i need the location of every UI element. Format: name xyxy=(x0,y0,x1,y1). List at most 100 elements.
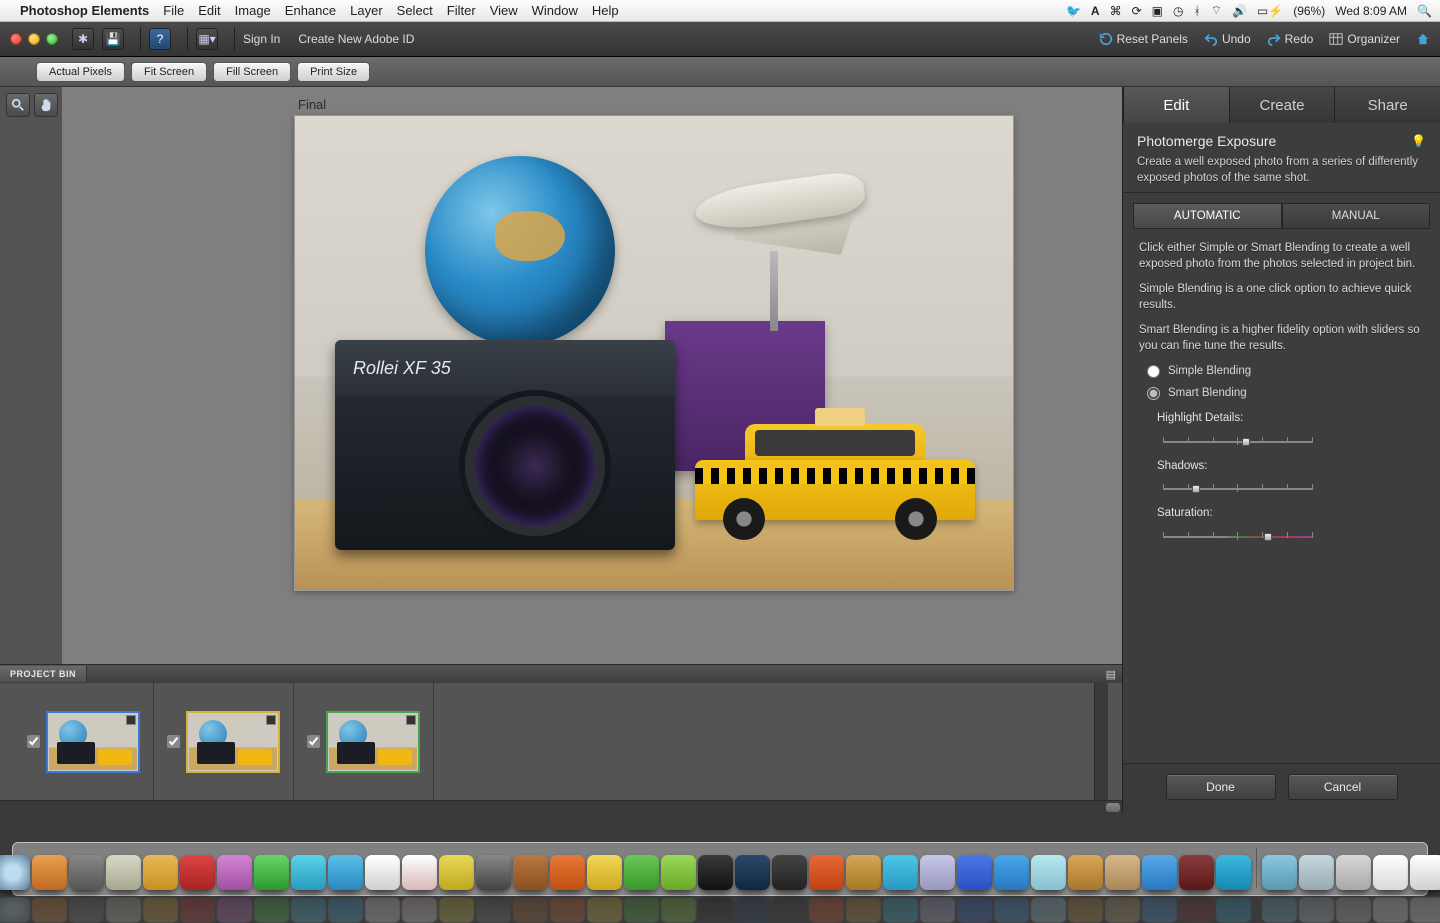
dock-app-29[interactable] xyxy=(994,855,1029,890)
dock-app-32[interactable] xyxy=(1105,855,1140,890)
dock-app-12[interactable] xyxy=(365,855,400,890)
fill-screen-button[interactable]: Fill Screen xyxy=(213,62,291,82)
cancel-button[interactable]: Cancel xyxy=(1288,774,1398,800)
dock-app-16[interactable] xyxy=(513,855,548,890)
tab-edit[interactable]: Edit xyxy=(1123,87,1229,123)
menu-edit[interactable]: Edit xyxy=(198,3,220,18)
close-window[interactable] xyxy=(10,33,22,45)
thumb-1-checkbox[interactable] xyxy=(27,735,40,748)
battery-icon[interactable]: ▭⚡ xyxy=(1257,4,1283,18)
simple-blending-radio[interactable] xyxy=(1147,365,1160,378)
dock-app-8[interactable] xyxy=(217,855,252,890)
actual-pixels-button[interactable]: Actual Pixels xyxy=(36,62,125,82)
create-adobe-id-link[interactable]: Create New Adobe ID xyxy=(298,32,414,46)
sync-icon[interactable]: ⟳ xyxy=(1132,4,1142,18)
dock-bridge[interactable] xyxy=(698,855,733,890)
dock-photoshop[interactable] xyxy=(735,855,770,890)
twitter-icon[interactable]: 🐦 xyxy=(1066,4,1081,18)
bin-hscroll[interactable] xyxy=(0,800,1122,814)
dock-app-17[interactable] xyxy=(550,855,585,890)
smart-blending-radio[interactable] xyxy=(1147,387,1160,400)
dock-app-3[interactable] xyxy=(32,855,67,890)
display-icon[interactable]: ▣ xyxy=(1152,4,1163,18)
hand-tool[interactable] xyxy=(34,93,58,117)
dock-app-14[interactable] xyxy=(439,855,474,890)
dock-app-10[interactable] xyxy=(291,855,326,890)
thumb-2-checkbox[interactable] xyxy=(167,735,180,748)
bin-vscroll[interactable] xyxy=(1094,683,1108,800)
menu-window[interactable]: Window xyxy=(532,3,578,18)
dock-app-18[interactable] xyxy=(587,855,622,890)
organizer-button[interactable]: Organizer xyxy=(1329,32,1400,46)
dock-app-25[interactable] xyxy=(846,855,881,890)
dock-twitter[interactable] xyxy=(328,855,363,890)
smart-blending-option[interactable]: Smart Blending xyxy=(1147,386,1424,402)
clock[interactable]: Wed 8:09 AM xyxy=(1335,4,1407,18)
zoom-window[interactable] xyxy=(46,33,58,45)
arrange-icon[interactable]: ▦▾ xyxy=(196,28,218,50)
home-icon[interactable] xyxy=(1416,32,1430,46)
minimize-window[interactable] xyxy=(28,33,40,45)
subtab-automatic[interactable]: AUTOMATIC xyxy=(1133,203,1282,229)
dock-app-34[interactable] xyxy=(1179,855,1214,890)
canvas-stage[interactable]: Final Rollei XF 35 xyxy=(62,87,1122,664)
dock-app-5[interactable] xyxy=(106,855,141,890)
dock-app-31[interactable] xyxy=(1068,855,1103,890)
wifi-icon[interactable]: ⌔ xyxy=(1211,3,1222,18)
dock-app-28[interactable] xyxy=(957,855,992,890)
shadows-slider[interactable] xyxy=(1163,482,1313,496)
help-icon[interactable]: ? xyxy=(149,28,171,50)
thumb-1[interactable] xyxy=(46,711,140,773)
done-button[interactable]: Done xyxy=(1166,774,1276,800)
highlight-slider[interactable] xyxy=(1163,435,1313,449)
dock-app-6[interactable] xyxy=(143,855,178,890)
wifi-alt-icon[interactable]: ⌘ xyxy=(1110,4,1122,18)
thumb-3[interactable] xyxy=(326,711,420,773)
menu-view[interactable]: View xyxy=(490,3,518,18)
dock-safari[interactable] xyxy=(883,855,918,890)
adobe-icon[interactable]: A xyxy=(1091,4,1100,18)
saturation-slider[interactable] xyxy=(1163,530,1313,544)
menu-help[interactable]: Help xyxy=(592,3,619,18)
dock-app-24[interactable] xyxy=(809,855,844,890)
subtab-manual[interactable]: MANUAL xyxy=(1282,203,1431,229)
zoom-tool[interactable] xyxy=(6,93,30,117)
dock-app-7[interactable] xyxy=(180,855,215,890)
reset-panels-button[interactable]: Reset Panels xyxy=(1099,32,1188,46)
undo-button[interactable]: Undo xyxy=(1204,32,1251,46)
project-bin-menu-icon[interactable]: ▤ xyxy=(1106,668,1116,681)
menu-enhance[interactable]: Enhance xyxy=(285,3,336,18)
thumb-2[interactable] xyxy=(186,711,280,773)
menu-filter[interactable]: Filter xyxy=(447,3,476,18)
timemachine-icon[interactable]: ◷ xyxy=(1173,4,1183,18)
app-name[interactable]: Photoshop Elements xyxy=(20,3,149,18)
print-size-button[interactable]: Print Size xyxy=(297,62,370,82)
bluetooth-icon[interactable]: ᚼ xyxy=(1193,4,1200,18)
dock-ical[interactable] xyxy=(402,855,437,890)
dock-appstore[interactable] xyxy=(0,855,30,890)
dock-app-38[interactable] xyxy=(1336,855,1371,890)
simple-blending-option[interactable]: Simple Blending xyxy=(1147,364,1424,380)
tab-create[interactable]: Create xyxy=(1229,87,1335,123)
dock-app-37[interactable] xyxy=(1299,855,1334,890)
fit-screen-button[interactable]: Fit Screen xyxy=(131,62,207,82)
dock-app-36[interactable] xyxy=(1262,855,1297,890)
volume-icon[interactable]: 🔊 xyxy=(1232,4,1247,18)
dock-app-20[interactable] xyxy=(661,855,696,890)
thumb-3-checkbox[interactable] xyxy=(307,735,320,748)
dock-app-9[interactable] xyxy=(254,855,289,890)
tip-icon[interactable]: 💡 xyxy=(1411,134,1426,148)
dock-app-19[interactable] xyxy=(624,855,659,890)
dock-sysprefs[interactable] xyxy=(69,855,104,890)
dock-app-30[interactable] xyxy=(1031,855,1066,890)
dock-app-33[interactable] xyxy=(1142,855,1177,890)
sign-in-link[interactable]: Sign In xyxy=(243,32,280,46)
dock-lightroom[interactable] xyxy=(772,855,807,890)
spotlight-icon[interactable]: 🔍 xyxy=(1417,4,1432,18)
redo-button[interactable]: Redo xyxy=(1267,32,1314,46)
dock-app-15[interactable] xyxy=(476,855,511,890)
save-icon[interactable]: 💾 xyxy=(102,28,124,50)
new-file-icon[interactable]: ✱ xyxy=(72,28,94,50)
dock-pse[interactable] xyxy=(1216,855,1251,890)
menu-file[interactable]: File xyxy=(163,3,184,18)
